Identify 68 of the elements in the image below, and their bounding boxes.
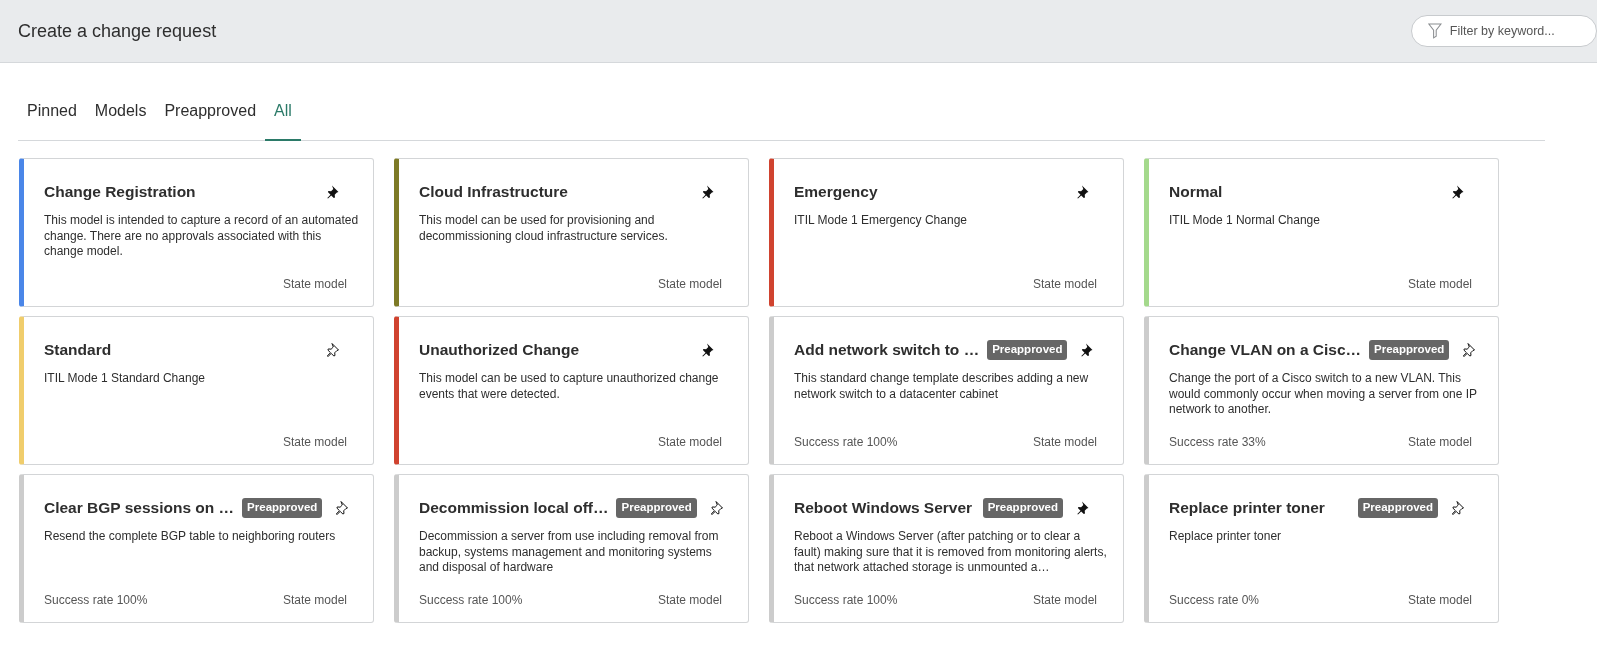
- card-description: Change the port of a Cisco switch to a new VLAN. This would commonly occur when moving a server from one IP network to another.: [1169, 371, 1478, 418]
- card-title: Add network switch to …: [794, 340, 980, 361]
- success-rate: Success rate 100%: [794, 434, 898, 451]
- card-title: Standard: [44, 340, 113, 361]
- tab[interactable]: All: [265, 99, 301, 141]
- model-card[interactable]: Add network switch to … Preapproved This standard change template describes adding a new network switch to a datacenter cabinet Success rate 100% State model: [769, 316, 1124, 465]
- state-model-label: State model: [1032, 276, 1097, 293]
- model-card[interactable]: Standard ITIL Mode 1 Standard Change State model: [19, 316, 374, 465]
- card-description: Reboot a Windows Server (after patching or to clear a fault) making sure that it is removed from monitoring alerts, that network attached storage is unmounted a…: [794, 529, 1108, 576]
- card-title: Change VLAN on a Cisc…: [1169, 340, 1362, 361]
- card-title: Reboot Windows Server: [794, 498, 974, 519]
- state-model-label: State model: [657, 276, 722, 293]
- card-title: Normal: [1169, 182, 1224, 203]
- success-rate: Success rate 0%: [1169, 592, 1260, 609]
- success-rate: Success rate 100%: [794, 592, 898, 609]
- model-card[interactable]: Change Registration This model is intended to capture a record of an automated change. There are no approvals associated with this change model. State model: [19, 158, 374, 307]
- card-description: This model can be used for provisioning and decommissioning cloud infrastructure services.: [419, 213, 669, 245]
- card-title: Change Registration: [44, 182, 197, 203]
- state-model-label: State model: [1407, 276, 1472, 293]
- state-model-label: State model: [282, 592, 347, 609]
- model-card[interactable]: Normal ITIL Mode 1 Normal Change State model: [1144, 158, 1499, 307]
- model-card[interactable]: Unauthorized Change This model can be used to capture unauthorized change events that were detected. State model: [394, 316, 749, 465]
- card-description: This model is intended to capture a record of an automated change. There are no approvals associated with this change model.: [44, 213, 359, 260]
- card-description: ITIL Mode 1 Emergency Change: [794, 213, 968, 229]
- tab[interactable]: Models: [85, 99, 156, 141]
- preapproved-badge: Preapproved: [1357, 498, 1438, 518]
- state-model-label: State model: [1032, 592, 1097, 609]
- state-model-label: State model: [1032, 434, 1097, 451]
- state-model-label: State model: [282, 434, 347, 451]
- state-model-label: State model: [1407, 592, 1472, 609]
- card-description: Decommission a server from use including removal from backup, systems management and monitoring systems and disposal of hardware: [419, 529, 720, 576]
- preapproved-badge: Preapproved: [1369, 340, 1450, 360]
- model-card[interactable]: Emergency ITIL Mode 1 Emergency Change State model: [769, 158, 1124, 307]
- preapproved-badge: Preapproved: [242, 498, 323, 518]
- preapproved-badge: Preapproved: [987, 340, 1068, 360]
- success-rate: Success rate 100%: [44, 592, 148, 609]
- card-description: This model can be used to capture unauthorized change events that were detected.: [419, 371, 720, 403]
- state-model-label: State model: [657, 434, 722, 451]
- model-card[interactable]: Change VLAN on a Cisc… Preapproved Change the port of a Cisco switch to a new VLAN. This would commonly occur when moving a server from one IP network to another. Success rate 33% State model: [1144, 316, 1499, 465]
- success-rate: Success rate 100%: [419, 592, 523, 609]
- tab[interactable]: Pinned: [18, 99, 86, 141]
- model-card[interactable]: Decommission local off… Preapproved Decommission a server from use including removal from backup, systems management and monitoring systems and disposal of hardware Success rate 100% State model: [394, 474, 749, 623]
- card-description: ITIL Mode 1 Standard Change: [44, 371, 206, 387]
- model-card[interactable]: Clear BGP sessions on … Preapproved Resend the complete BGP table to neighboring routers Success rate 100% State model: [19, 474, 374, 623]
- card-title: Emergency: [794, 182, 879, 203]
- filter-field[interactable]: Filter by keyword...: [1411, 15, 1597, 47]
- model-card[interactable]: Replace printer toner Preapproved Replace printer toner Success rate 0% State model: [1144, 474, 1499, 623]
- preapproved-badge: Preapproved: [982, 498, 1063, 518]
- filter-icon: [1428, 22, 1442, 40]
- card-description: This standard change template describes adding a new network switch to a datacenter cabinet: [794, 371, 1090, 403]
- tab[interactable]: Preapproved: [155, 99, 266, 141]
- card-description: ITIL Mode 1 Normal Change: [1169, 213, 1321, 229]
- card-description: Resend the complete BGP table to neighboring routers: [44, 529, 337, 545]
- state-model-label: State model: [282, 276, 347, 293]
- card-title: Decommission local off…: [419, 498, 609, 519]
- model-card[interactable]: [769, 474, 1124, 623]
- card-description: Replace printer toner: [1169, 529, 1283, 545]
- state-model-label: State model: [657, 592, 722, 609]
- card-title: Replace printer toner: [1169, 498, 1326, 519]
- card-title: Unauthorized Change: [419, 340, 581, 361]
- card-title: Clear BGP sessions on …: [44, 498, 235, 519]
- success-rate: Success rate 33%: [1169, 434, 1266, 451]
- preapproved-badge: Preapproved: [616, 498, 697, 518]
- model-card[interactable]: Cloud Infrastructure This model can be used for provisioning and decommissioning cloud infrastructure services. State model: [394, 158, 749, 307]
- state-model-label: State model: [1407, 434, 1472, 451]
- page-title: Create a change request: [18, 19, 217, 43]
- card-title: Cloud Infrastructure: [419, 182, 569, 203]
- filter-input[interactable]: Filter by keyword...: [1449, 21, 1588, 41]
